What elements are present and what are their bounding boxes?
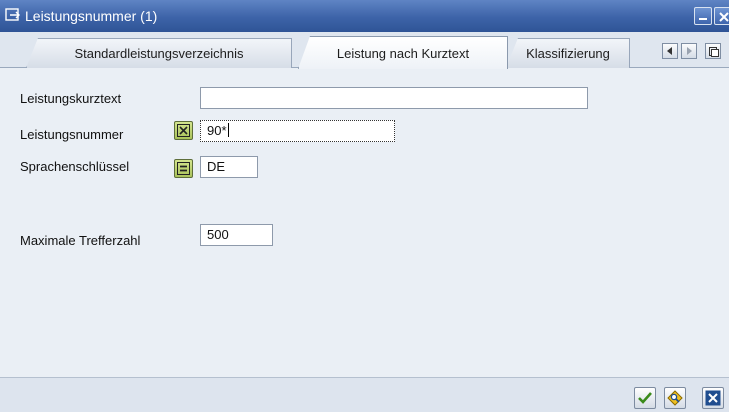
label-maximale-trefferzahl: Maximale Trefferzahl bbox=[20, 233, 141, 248]
tab-label: Leistung nach Kurztext bbox=[336, 45, 470, 61]
label-leistungskurztext: Leistungskurztext bbox=[20, 91, 122, 106]
checkmark-icon[interactable] bbox=[634, 387, 656, 409]
tab-list-icon[interactable] bbox=[705, 43, 721, 59]
tab-label: Standardleistungsverzeichnis bbox=[74, 46, 244, 61]
close-icon[interactable] bbox=[714, 7, 729, 25]
label-sprachenschluessel: Sprachenschlüssel bbox=[20, 159, 130, 174]
leistungsnummer-input[interactable]: 90* bbox=[200, 120, 395, 142]
tab-klassifizierung[interactable]: Klassifizierung bbox=[506, 38, 630, 68]
tab-strip: Standardleistungsverzeichnis Leistung na… bbox=[0, 32, 729, 69]
cancel-icon[interactable] bbox=[702, 387, 724, 409]
arrow-left-icon[interactable] bbox=[662, 43, 678, 59]
maximale-trefferzahl-input[interactable]: 500 bbox=[200, 224, 273, 246]
selection-option-equal-icon[interactable] bbox=[174, 159, 193, 178]
tab-standardleistungsverzeichnis[interactable]: Standardleistungsverzeichnis bbox=[26, 38, 292, 68]
label-leistungsnummer: Leistungsnummer bbox=[20, 127, 124, 142]
window-title: Leistungsnummer (1) bbox=[25, 8, 158, 24]
text-cursor bbox=[227, 123, 229, 137]
tab-label: Klassifizierung bbox=[526, 46, 610, 61]
button-bar bbox=[0, 377, 729, 412]
sprachenschluessel-input[interactable]: DE bbox=[200, 156, 258, 178]
leistungsnummer-value: 90* bbox=[207, 123, 227, 138]
arrow-right-icon[interactable] bbox=[681, 43, 697, 59]
value-help-dialog: Leistungsnummer (1) Standardleistungsver… bbox=[0, 0, 729, 412]
minimize-icon[interactable] bbox=[694, 7, 712, 25]
title-bar: Leistungsnummer (1) bbox=[0, 0, 729, 32]
tab-leistung-nach-kurztext[interactable]: Leistung nach Kurztext bbox=[298, 36, 508, 69]
search-options-icon[interactable] bbox=[664, 387, 686, 409]
window-icon bbox=[5, 8, 21, 22]
selection-option-pattern-icon[interactable] bbox=[174, 121, 193, 140]
leistungskurztext-input[interactable] bbox=[200, 87, 588, 109]
selection-area: Leistungskurztext Leistungsnummer 90* Sp… bbox=[0, 69, 729, 377]
